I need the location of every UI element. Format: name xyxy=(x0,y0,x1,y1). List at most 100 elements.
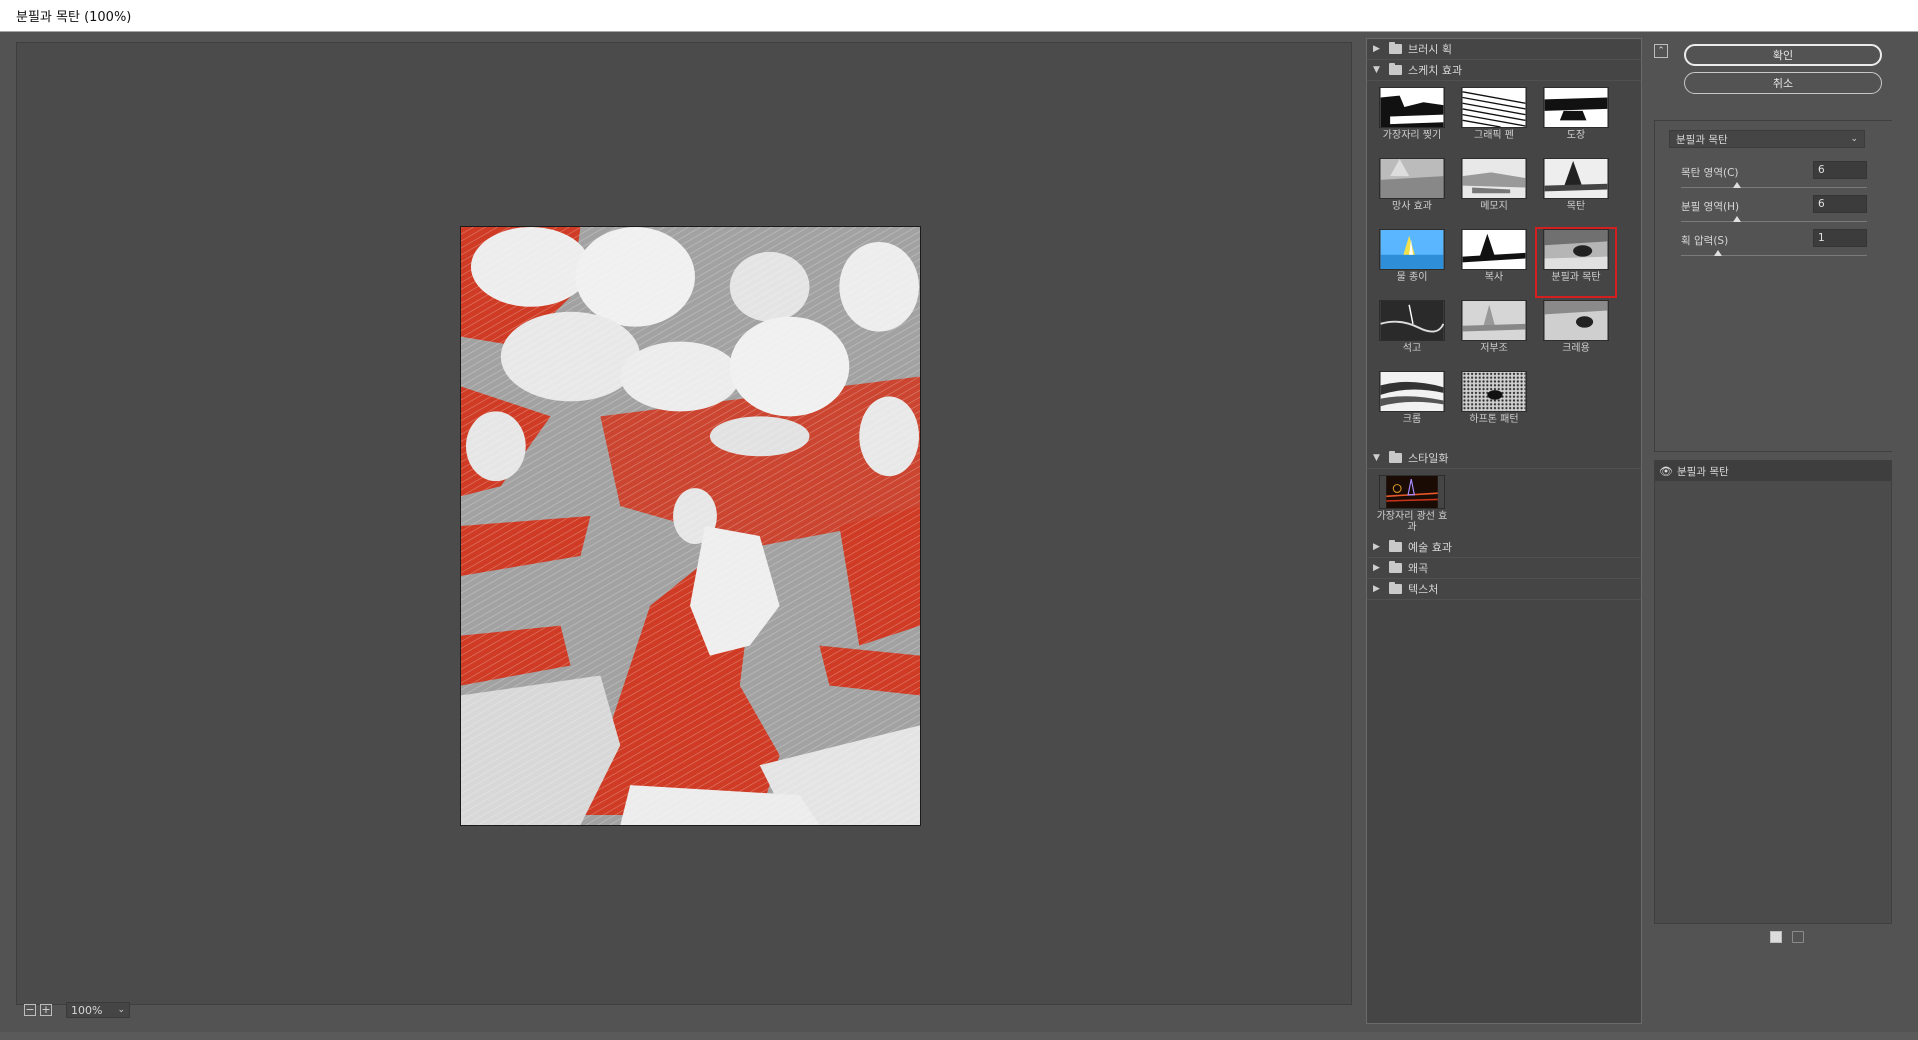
expand-triangle-icon: ▶ xyxy=(1373,44,1380,54)
filter-thumb-reticulation[interactable]: 망사 효과 xyxy=(1371,156,1453,227)
collapse-triangle-icon: ▼ xyxy=(1373,453,1380,463)
filter-thumb-note-paper[interactable]: 메모지 xyxy=(1453,156,1535,227)
chalk-area-slider[interactable] xyxy=(1681,216,1867,222)
thumb-image xyxy=(1543,87,1609,128)
folder-icon xyxy=(1389,582,1402,594)
thumb-label: 목탄 xyxy=(1566,201,1586,212)
thumb-image xyxy=(1379,475,1445,509)
filter-gallery-list: ▶ 브러시 획 ▼ 스케치 효과 가장자리 찢기 그래픽 펜 도장 망사 효과 … xyxy=(1366,38,1642,1024)
cancel-button[interactable]: 취소 xyxy=(1684,72,1882,94)
slider-knob[interactable] xyxy=(1732,216,1741,222)
filter-thumb-photocopy[interactable]: 복사 xyxy=(1453,227,1535,298)
sketch-thumbnails: 가장자리 찢기 그래픽 펜 도장 망사 효과 메모지 목탄 물 종이 복사 분필… xyxy=(1367,81,1641,448)
filter-thumb-bas-relief[interactable]: 저부조 xyxy=(1453,298,1535,369)
stroke-pressure-input[interactable]: 1 xyxy=(1813,229,1867,247)
param-label: 획 압력(S) xyxy=(1681,235,1729,247)
zoom-select[interactable]: 100% ⌄ xyxy=(66,1002,130,1018)
filter-select[interactable]: 분필과 목탄 ⌄ xyxy=(1669,130,1865,148)
chevron-down-icon: ⌄ xyxy=(1850,134,1858,144)
chalk-area-input[interactable]: 6 xyxy=(1813,195,1867,213)
settings-panel: ⌃ 확인 취소 분필과 목탄 ⌄ 목탄 영역(C) 6 분필 영역(H) 6 획… xyxy=(1654,38,1898,1024)
expand-triangle-icon: ▶ xyxy=(1373,542,1380,552)
zoom-in-button[interactable]: + xyxy=(40,1004,52,1016)
slider-knob[interactable] xyxy=(1732,182,1741,188)
filter-thumb-plaster[interactable]: 석고 xyxy=(1371,298,1453,369)
folder-icon xyxy=(1389,63,1402,75)
thumb-label: 도장 xyxy=(1566,130,1586,141)
thumb-image xyxy=(1543,300,1609,341)
thumb-label: 크롬 xyxy=(1402,414,1422,425)
thumb-image xyxy=(1379,300,1445,341)
folder-label: 왜곡 xyxy=(1408,562,1429,575)
folder-brush-strokes[interactable]: ▶ 브러시 획 xyxy=(1367,39,1641,60)
filter-gallery-window: − + 100% ⌄ ▶ 브러시 획 ▼ 스케치 효과 가장자리 찢기 그래픽 … xyxy=(8,32,1910,1032)
folder-stylize[interactable]: ▼ 스타일화 xyxy=(1367,448,1641,469)
folder-label: 텍스처 xyxy=(1408,583,1439,596)
thumb-label: 가장자리 광선 효과 xyxy=(1376,511,1448,533)
thumb-label: 복사 xyxy=(1484,272,1504,283)
folder-label: 예술 효과 xyxy=(1408,541,1452,554)
folder-label: 브러시 획 xyxy=(1408,43,1452,56)
filter-select-value: 분필과 목탄 xyxy=(1676,133,1728,146)
folder-texture[interactable]: ▶ 텍스처 xyxy=(1367,579,1641,600)
filter-thumb-water-paper[interactable]: 물 종이 xyxy=(1371,227,1453,298)
thumb-label: 크레용 xyxy=(1562,343,1590,354)
charcoal-area-slider[interactable] xyxy=(1681,182,1867,188)
slider-knob[interactable] xyxy=(1714,250,1723,256)
preview-image[interactable] xyxy=(460,226,921,826)
filter-thumb-charcoal[interactable]: 목탄 xyxy=(1535,156,1617,227)
folder-icon xyxy=(1389,451,1402,463)
filter-thumb-halftone[interactable]: 하프톤 패턴 xyxy=(1453,369,1535,440)
thumb-image xyxy=(1379,371,1445,412)
thumb-image xyxy=(1461,300,1527,341)
param-label: 목탄 영역(C) xyxy=(1681,167,1739,179)
layer-footer xyxy=(1654,924,1892,950)
filter-thumb-graphic-pen[interactable]: 그래픽 펜 xyxy=(1453,85,1535,156)
stroke-pressure-slider[interactable] xyxy=(1681,250,1867,256)
thumb-label: 분필과 목탄 xyxy=(1551,272,1601,283)
charcoal-area-input[interactable]: 6 xyxy=(1813,161,1867,179)
filter-thumb-torn-edges[interactable]: 가장자리 찢기 xyxy=(1371,85,1453,156)
effect-layer-name: 분필과 목탄 xyxy=(1677,465,1729,478)
thumb-label: 망사 효과 xyxy=(1392,201,1432,212)
expand-triangle-icon: ▶ xyxy=(1373,584,1380,594)
thumb-label: 하프톤 패턴 xyxy=(1469,414,1519,425)
folder-label: 스케치 효과 xyxy=(1408,64,1463,77)
effect-layer-row[interactable]: 👁 분필과 목탄 xyxy=(1655,461,1891,481)
thumb-label: 물 종이 xyxy=(1396,272,1428,283)
filter-options: 분필과 목탄 ⌄ 목탄 영역(C) 6 분필 영역(H) 6 획 압력(S) 1 xyxy=(1654,120,1892,452)
eye-icon[interactable]: 👁 xyxy=(1655,465,1677,478)
collapse-triangle-icon: ▼ xyxy=(1373,65,1380,75)
filter-thumb-chrome[interactable]: 크롬 xyxy=(1371,369,1453,440)
thumb-image xyxy=(1379,87,1445,128)
folder-icon xyxy=(1389,540,1402,552)
folder-distort[interactable]: ▶ 왜곡 xyxy=(1367,558,1641,579)
filter-thumb-conte-crayon[interactable]: 크레용 xyxy=(1535,298,1617,369)
folder-artistic[interactable]: ▶ 예술 효과 xyxy=(1367,537,1641,558)
zoom-value-text: 100% xyxy=(71,1003,103,1017)
thumb-label: 석고 xyxy=(1402,343,1422,354)
thumb-image xyxy=(1379,158,1445,199)
chevron-down-icon: ⌄ xyxy=(117,1005,125,1015)
window-title: 분필과 목탄 (100%) xyxy=(16,10,132,25)
trash-icon[interactable] xyxy=(1792,931,1804,943)
zoom-out-button[interactable]: − xyxy=(24,1004,36,1016)
filter-thumb-chalk-charcoal[interactable]: 분필과 목탄 xyxy=(1535,227,1617,298)
thumb-image xyxy=(1379,229,1445,270)
effect-layers-panel: 👁 분필과 목탄 xyxy=(1654,460,1892,924)
collapse-gallery-icon[interactable]: ⌃ xyxy=(1654,44,1668,58)
status-strip xyxy=(0,1032,1918,1040)
window-titlebar: 분필과 목탄 (100%) xyxy=(0,0,1918,32)
ok-button[interactable]: 확인 xyxy=(1684,44,1882,66)
param-label: 분필 영역(H) xyxy=(1681,201,1740,213)
stylize-thumbnails: 가장자리 광선 효과 xyxy=(1367,469,1641,537)
thumb-image xyxy=(1461,87,1527,128)
filter-thumb-stamp[interactable]: 도장 xyxy=(1535,85,1617,156)
new-effect-layer-icon[interactable] xyxy=(1770,931,1782,943)
folder-icon xyxy=(1389,561,1402,573)
preview-canvas xyxy=(461,227,920,825)
filter-thumb-glowing-edges[interactable]: 가장자리 광선 효과 xyxy=(1371,473,1453,533)
thumb-image xyxy=(1543,158,1609,199)
folder-sketch[interactable]: ▼ 스케치 효과 xyxy=(1367,60,1641,81)
expand-triangle-icon: ▶ xyxy=(1373,563,1380,573)
